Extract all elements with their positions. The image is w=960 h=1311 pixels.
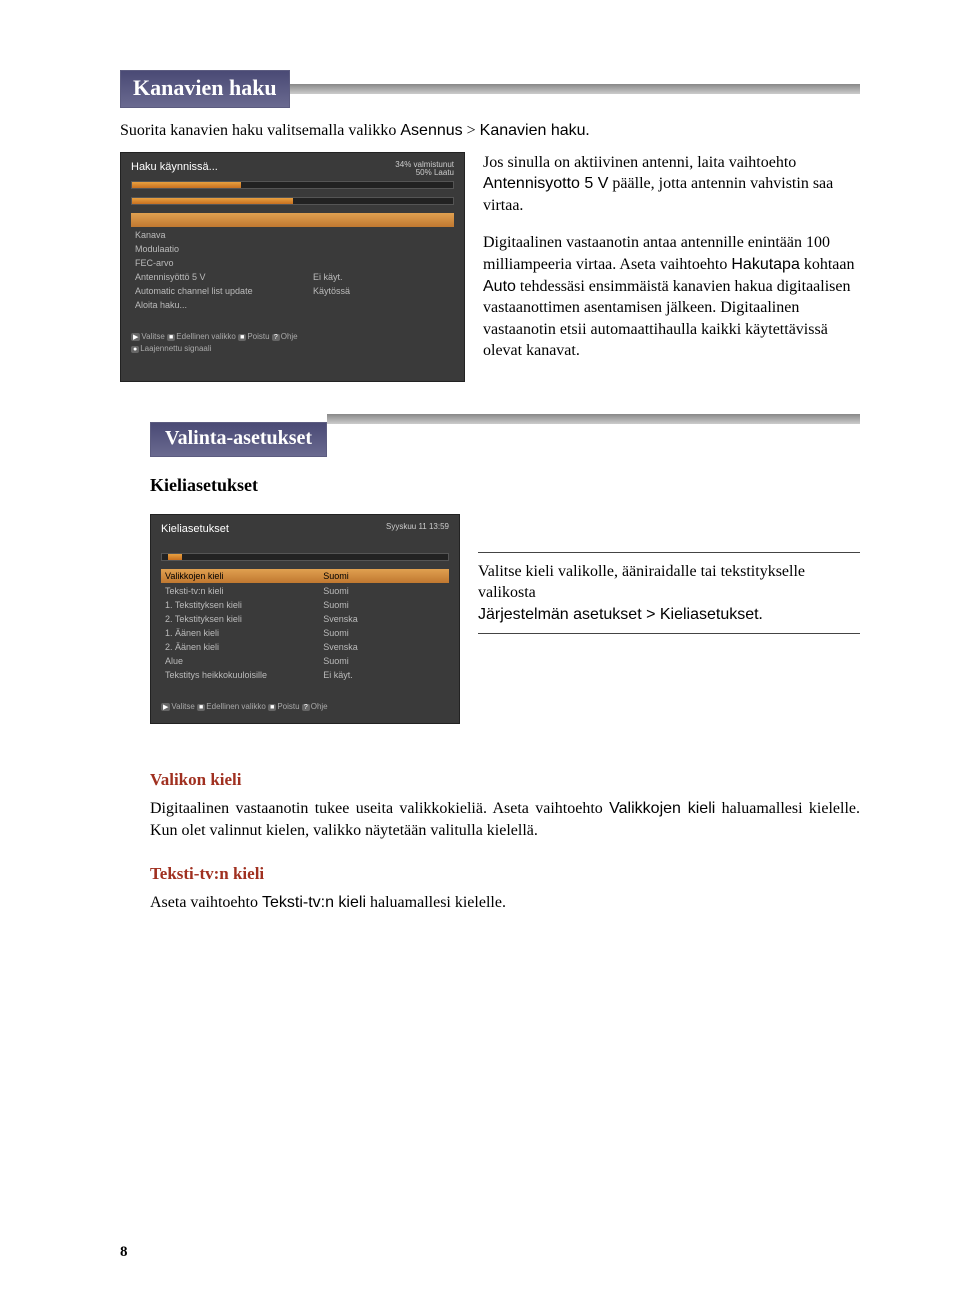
p2c: tehdessäsi ensimmäistä kanavien hakua di… [483, 278, 851, 360]
key-icon: ■ [238, 334, 246, 341]
gt: > [463, 122, 480, 139]
shot2-row: 2. Äänen kieliSvenska [161, 640, 449, 654]
shot2-time: Syyskuu 11 13:59 [386, 523, 449, 532]
heading2-rule [327, 414, 860, 424]
key-icon: ▶ [161, 703, 170, 711]
opt-antennisyotto: Antennisyotto 5 V [483, 175, 608, 192]
shot1-topright: 34% valmistunut 50% Laatu [395, 161, 454, 179]
key-icon: ■ [197, 704, 205, 711]
heading-box: Kanavien haku [120, 70, 290, 108]
screenshot-kieliasetukset: Kieliasetukset Syyskuu 11 13:59 Valikkoj… [150, 514, 460, 724]
key-icon: ■ [167, 334, 175, 341]
shot2-footer: ▶Valitse ■Edellinen valikko ■Poistu ?Ohj… [161, 702, 449, 711]
menu-asennus: Asennus [400, 122, 462, 139]
subheading-valikon-kieli: Valikon kieli [150, 770, 860, 790]
menu-path: Järjestelmän asetukset > Kieliasetukset [478, 606, 759, 623]
section2-right-text: Valitse kieli valikolle, ääniraidalle ta… [478, 514, 860, 724]
shot2-row: 2. Tekstityksen kieliSvenska [161, 612, 449, 626]
p1a: Jos sinulla on aktiivinen antenni, laita… [483, 154, 796, 171]
progress-completion [131, 181, 454, 189]
key-icon: ▶ [131, 333, 140, 341]
intro-text-pre: Suorita kanavien haku valitsemalla valik… [120, 122, 400, 139]
progress-quality [131, 197, 454, 205]
shot2-row: 1. Tekstityksen kieliSuomi [161, 598, 449, 612]
heading-rule [290, 84, 860, 94]
key-icon: ● [131, 346, 139, 353]
page-number: 8 [120, 1244, 128, 1261]
shot1-highlight-row [131, 213, 454, 227]
opt-auto: Auto [483, 278, 516, 295]
sec2-post: . [759, 606, 763, 623]
shot1-row: Modulaatio [131, 242, 454, 256]
subheading-teksti-tv-kieli: Teksti-tv:n kieli [150, 864, 860, 884]
teksti-tv-paragraph: Aseta vaihtoehto Teksti-tv:n kieli halua… [150, 892, 860, 914]
shot1-row: Kanava [131, 228, 454, 242]
opt-valikkojen-kieli: Valikkojen kieli [609, 800, 715, 817]
divider [478, 633, 860, 634]
intro-paragraph: Suorita kanavien haku valitsemalla valik… [120, 120, 860, 142]
shot1-row: Aloita haku... [131, 298, 454, 312]
shot1-footer: ▶Valitse ■Edellinen valikko ■Poistu ?Ohj… [131, 332, 454, 353]
key-icon: ? [272, 334, 280, 341]
shot2-row: AlueSuomi [161, 654, 449, 668]
divider [478, 552, 860, 553]
shot2-highlight-row: Valikkojen kieli Suomi [161, 569, 449, 583]
section-heading-kanavien-haku: Kanavien haku [120, 70, 860, 108]
shot1-row: FEC-arvo [131, 256, 454, 270]
progress-fill-1 [132, 182, 241, 188]
valikon-kieli-paragraph: Digitaalinen vastaanotin tukee useita va… [150, 798, 860, 842]
opt-hakutapa: Hakutapa [731, 256, 800, 273]
key-icon: ■ [268, 704, 276, 711]
section1-right-text: Jos sinulla on aktiivinen antenni, laita… [483, 152, 860, 382]
section-heading-valinta-asetukset: Valinta-asetukset [150, 422, 327, 457]
shot1-row: Antennisyöttö 5 VEi käyt. [131, 270, 454, 284]
p3a: Digitaalinen vastaanotin tukee useita va… [150, 800, 609, 817]
opt-teksti-tv-kieli: Teksti-tv:n kieli [262, 894, 366, 911]
subheading-kieliasetukset: Kieliasetukset [150, 475, 860, 496]
p2b: kohtaan [800, 256, 855, 273]
progress-fill-2 [132, 198, 293, 204]
screenshot-haku: Haku käynnissä... 34% valmistunut 50% La… [120, 152, 465, 382]
p4b: haluamallesi kielelle. [366, 894, 506, 911]
shot1-row: Automatic channel list updateKäytössä [131, 284, 454, 298]
sec2-text-a: Valitse kieli valikolle, ääniraidalle ta… [478, 561, 860, 604]
key-icon: ? [302, 704, 310, 711]
p4a: Aseta vaihtoehto [150, 894, 262, 911]
shot2-row: 1. Äänen kieliSuomi [161, 626, 449, 640]
intro-text-post: . [586, 122, 590, 139]
shot1-tr2: 50% Laatu [395, 169, 454, 178]
menu-kanavien-haku: Kanavien haku [480, 122, 586, 139]
shot2-bar [161, 553, 449, 561]
shot2-row: Teksti-tv:n kieliSuomi [161, 584, 449, 598]
shot2-row: Tekstitys heikkokuuloisilleEi käyt. [161, 668, 449, 682]
